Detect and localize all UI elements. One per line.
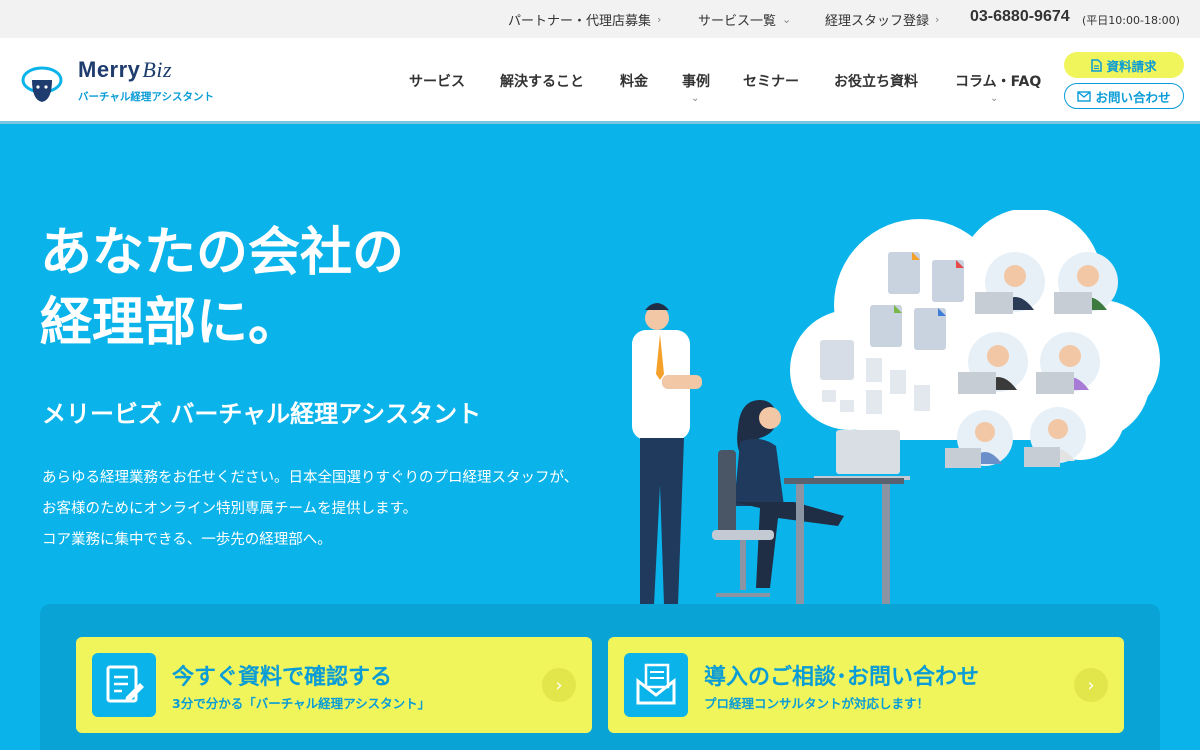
seated-woman-figure	[712, 400, 910, 605]
document-icon	[1091, 58, 1103, 72]
hero-subtitle: メリービズ バーチャル経理アシスタント	[42, 400, 482, 428]
chevron-right-icon: ›	[657, 13, 662, 26]
standing-man-figure	[632, 303, 702, 605]
doc-cta-note: 3分で分かる「バーチャル経理アシスタント」	[172, 696, 431, 711]
chevron-right-icon: ›	[542, 668, 576, 702]
chevron-right-icon: ›	[1074, 668, 1108, 702]
hero-title-line2: 経理部に。	[40, 293, 301, 353]
doc-request-label: 資料請求	[1106, 58, 1157, 74]
nav-item-solutions[interactable]: 解決すること	[500, 71, 584, 91]
chevron-right-icon: ›	[935, 13, 940, 26]
hero-desc-line1: あらゆる経理業務をお任せください。日本全国選りすぐりのプロ経理スタッフが、	[42, 470, 579, 486]
hero-desc-line3: コア業務に集中できる、一歩先の経理部へ。	[42, 532, 332, 548]
site-header: MerryBiz バーチャル経理アシスタント サービス 解決すること 料金 事例…	[0, 38, 1200, 124]
nav-item-pricing[interactable]: 料金	[620, 71, 648, 91]
services-list-link[interactable]: サービス一覧 ⌄	[698, 10, 791, 29]
contact-cta-card[interactable]: 導入のご相談･お問い合わせ プロ経理コンサルタントが対応します！ ›	[608, 637, 1124, 733]
partner-link[interactable]: パートナー・代理店募集 ›	[508, 10, 661, 29]
edit-document-icon	[92, 653, 156, 717]
logo-tagline: バーチャル経理アシスタント	[78, 91, 214, 103]
hero-title-line1: あなたの会社の	[40, 223, 405, 283]
contact-cta-note: プロ経理コンサルタントが対応します！	[704, 696, 930, 711]
logo-word-main: Merry	[78, 57, 141, 82]
doc-cta-card[interactable]: 今すぐ資料で確認する 3分で分かる「バーチャル経理アシスタント」 ›	[76, 637, 592, 733]
envelope-document-icon	[624, 653, 688, 717]
hero-title: あなたの会社の 経理部に。	[40, 218, 404, 358]
contact-cta-title: 導入のご相談･お問い合わせ	[704, 665, 980, 690]
partner-link-label: パートナー・代理店募集	[508, 14, 652, 29]
nav-item-resources[interactable]: お役立ち資料	[834, 71, 918, 91]
nav-item-cases[interactable]: 事例	[682, 71, 710, 91]
chevron-down-icon: ⌄	[691, 93, 700, 104]
doc-request-button[interactable]: 資料請求	[1064, 52, 1184, 78]
phone-number[interactable]: 03-6880-9674	[970, 8, 1070, 26]
mail-icon	[1077, 90, 1092, 102]
nav-item-column-faq[interactable]: コラム・FAQ	[955, 71, 1041, 91]
nav-item-service[interactable]: サービス	[409, 71, 465, 91]
logo-wordmark: MerryBiz	[78, 57, 172, 83]
hero-illustration	[632, 210, 1160, 605]
contact-label: お問い合わせ	[1095, 89, 1171, 105]
chevron-down-icon: ⌄	[990, 93, 999, 104]
site-logo[interactable]: MerryBiz バーチャル経理アシスタント	[20, 52, 230, 108]
chevron-down-icon: ⌄	[782, 13, 792, 26]
business-hours: (平日10:00-18:00)	[1082, 14, 1180, 27]
sheep-logo-icon	[21, 66, 63, 102]
hero-description: あらゆる経理業務をお任せください。日本全国選りすぐりのプロ経理スタッフが、 お客…	[42, 463, 578, 556]
doc-cta-title: 今すぐ資料で確認する	[172, 665, 393, 690]
staff-register-label: 経理スタッフ登録	[825, 14, 930, 29]
contact-button[interactable]: お問い合わせ	[1064, 83, 1184, 109]
logo-word-biz: Biz	[142, 57, 173, 82]
services-list-label: サービス一覧	[698, 14, 777, 29]
nav-item-seminar[interactable]: セミナー	[743, 71, 799, 91]
hero-desc-line2: お客様のためにオンライン特別専属チームを提供します。	[42, 501, 418, 517]
utility-bar: パートナー・代理店募集 › サービス一覧 ⌄ 経理スタッフ登録 › 03-688…	[0, 0, 1200, 38]
staff-register-link[interactable]: 経理スタッフ登録 ›	[825, 10, 939, 29]
